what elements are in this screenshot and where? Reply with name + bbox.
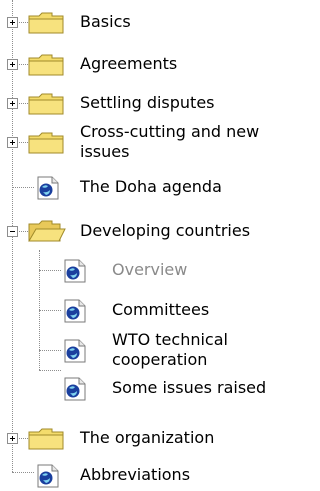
tree-item-label: Developing countries — [80, 221, 251, 240]
document-icon — [62, 258, 88, 284]
tree-connector — [12, 187, 34, 188]
tree-connector — [39, 270, 61, 271]
expand-plus-icon[interactable] — [7, 433, 18, 444]
document-icon — [35, 463, 61, 489]
tree-item-label: Cross-cutting and new — [80, 122, 260, 141]
folder-closed-icon — [28, 54, 64, 76]
expand-plus-icon[interactable] — [7, 98, 18, 109]
expand-plus-icon[interactable] — [7, 59, 18, 70]
folder-open-icon — [28, 219, 66, 243]
folder-closed-icon — [28, 12, 64, 34]
tree-item-label-line2: issues — [80, 142, 130, 161]
tree-item-label: Agreements — [80, 54, 178, 73]
tree-item-label: Some issues raised — [112, 378, 267, 397]
tree-item-label: The Doha agenda — [80, 177, 222, 196]
tree-item-label: Settling disputes — [80, 93, 215, 112]
navigation-tree: Basics Agreements Settling disputes Cros… — [0, 0, 277, 491]
expand-plus-icon[interactable] — [7, 137, 18, 148]
document-icon — [35, 175, 61, 201]
document-icon — [62, 338, 88, 364]
tree-connector — [39, 310, 61, 311]
folder-closed-icon — [28, 93, 64, 115]
tree-item-label: Committees — [112, 300, 210, 319]
folder-closed-icon — [28, 428, 64, 450]
expand-plus-icon[interactable] — [7, 17, 18, 28]
collapse-minus-icon[interactable] — [7, 226, 18, 237]
tree-item-label: Overview — [112, 260, 188, 279]
tree-item-label: Basics — [80, 12, 131, 31]
document-icon — [62, 376, 88, 402]
tree-connector — [12, 472, 34, 473]
tree-item-label: The organization — [80, 428, 215, 447]
tree-item-label: WTO technical — [112, 330, 228, 349]
folder-closed-icon — [28, 132, 64, 154]
tree-item-label: Abbreviations — [80, 465, 191, 484]
tree-connector — [39, 350, 61, 351]
tree-item-label-line2: cooperation — [112, 350, 208, 369]
document-icon — [62, 298, 88, 324]
tree-connector — [39, 370, 61, 371]
